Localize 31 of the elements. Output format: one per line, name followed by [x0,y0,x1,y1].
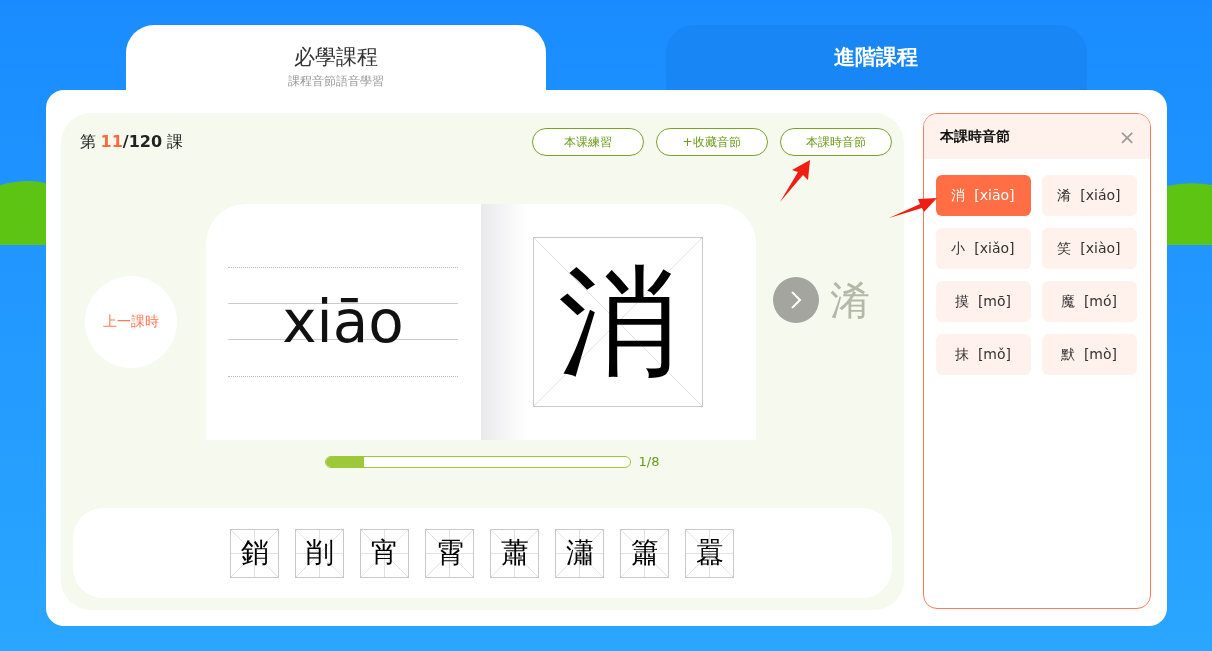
course-tab[interactable]: 進階課程 [666,25,1087,90]
word-tile[interactable]: 宵 [360,528,409,578]
next-character-preview: 淆 [828,275,871,325]
course-tab[interactable]: 必學課程 課程音節語音學習 [125,25,546,90]
action-button[interactable]: +收藏音節 [655,128,768,156]
arrow-annotation-icon [888,196,938,220]
syllable-button[interactable]: 摸 [mō] [935,281,1031,322]
word-tile[interactable]: 囂 [685,528,734,578]
syllable-button[interactable]: 笑 [xiào] [1041,228,1137,269]
action-button[interactable]: 本課時音節 [779,128,892,156]
action-button[interactable]: 本课練習 [531,128,644,156]
next-button[interactable] [772,277,819,323]
tab-title: 進階課程 [834,44,919,71]
word-tile[interactable]: 瀟 [555,528,604,578]
word-tile[interactable]: 霄 [425,528,474,578]
syllable-button[interactable]: 小 [xiǎo] [935,228,1031,269]
syllable-button[interactable]: 默 [mò] [1041,334,1137,375]
word-tile[interactable]: 蕭 [490,528,539,578]
syllable-button[interactable]: 抹 [mǒ] [935,334,1031,375]
character-text: 消 [558,262,678,382]
word-tile[interactable]: 削 [295,528,344,578]
pinyin-text: xiāo [282,293,404,351]
progress-text: 1/8 [638,454,660,469]
tab-subtitle: 課程音節語音學習 [287,73,384,90]
panel-title: 本課時音節 [939,127,1010,146]
lesson-counter: 第 11/120 課 [79,131,184,153]
syllable-button[interactable]: 淆 [xiáo] [1041,175,1137,216]
syllable-button[interactable]: 魔 [mó] [1041,281,1137,322]
word-tile[interactable]: 簫 [620,528,669,578]
word-tile[interactable]: 銷 [230,528,279,578]
tab-title: 必學課程 [293,44,378,71]
